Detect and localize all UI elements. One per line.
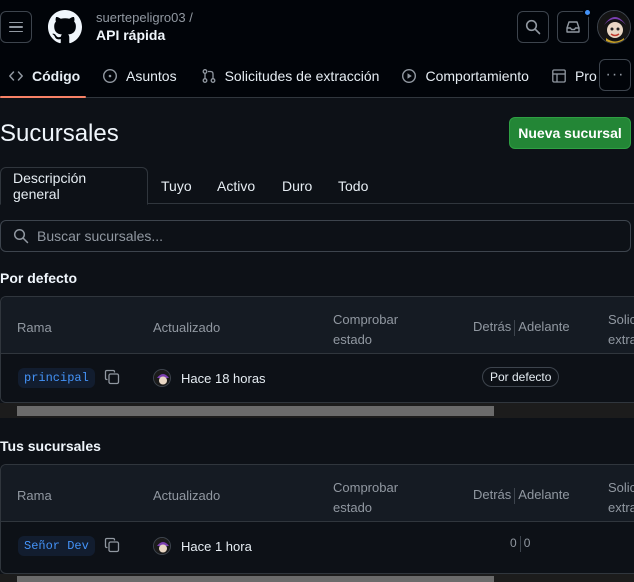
search-button[interactable] bbox=[517, 11, 549, 43]
ahead-count: 0 bbox=[523, 536, 531, 551]
branch-search[interactable] bbox=[0, 220, 631, 252]
notification-dot bbox=[583, 8, 592, 17]
avatar-image-icon bbox=[598, 11, 630, 43]
notifications-button[interactable] bbox=[557, 8, 592, 43]
default-branch-table: Rama Actualizado Comprobar estado Detrás… bbox=[0, 296, 634, 403]
author-avatar[interactable] bbox=[153, 537, 171, 555]
table-icon bbox=[552, 69, 566, 83]
play-icon bbox=[402, 68, 417, 84]
col-pull-request: Solic extra bbox=[608, 480, 634, 515]
copy-button[interactable] bbox=[104, 369, 120, 388]
behind-count: 0 bbox=[510, 536, 517, 551]
search-icon bbox=[13, 228, 29, 244]
avatar-image-icon bbox=[154, 370, 170, 386]
pull-request-icon bbox=[202, 69, 216, 83]
user-avatar[interactable] bbox=[597, 10, 631, 44]
tab-code[interactable]: Código bbox=[0, 54, 86, 98]
author-avatar[interactable] bbox=[153, 369, 171, 387]
subtab-all[interactable]: Todo bbox=[326, 167, 380, 204]
breadcrumb-repo[interactable]: API rápida bbox=[96, 27, 165, 43]
default-badge: Por defecto bbox=[482, 367, 560, 387]
col-branch: Rama bbox=[17, 320, 52, 335]
table-row: Señor Dev Hace 1 hora 00 bbox=[1, 522, 634, 570]
subtab-stale[interactable]: Duro bbox=[270, 167, 324, 204]
subtab-yours[interactable]: Tuyo bbox=[149, 167, 204, 204]
table-header: Rama Actualizado Comprobar estado Detrás… bbox=[1, 465, 634, 522]
section-title-default: Por defecto bbox=[0, 270, 78, 286]
col-branch: Rama bbox=[17, 488, 52, 503]
scrollbar-thumb[interactable] bbox=[17, 576, 494, 582]
horizontal-scrollbar[interactable] bbox=[0, 403, 634, 418]
inbox-icon bbox=[566, 21, 580, 33]
github-logo-icon[interactable] bbox=[48, 10, 82, 44]
code-icon bbox=[9, 71, 23, 81]
col-behind-ahead: Detrás Adelante bbox=[473, 319, 570, 336]
search-icon bbox=[525, 19, 541, 35]
subtab-overview[interactable]: Descripción general bbox=[0, 167, 148, 205]
branch-filter-tabs: Descripción general Tuyo Activo Duro Tod… bbox=[0, 167, 634, 205]
behind-ahead-count: 00 bbox=[510, 536, 530, 552]
menu-button[interactable] bbox=[0, 11, 32, 43]
your-branches-table: Rama Actualizado Comprobar estado Detrás… bbox=[0, 464, 634, 574]
branch-name-link[interactable]: principal bbox=[18, 368, 95, 388]
col-updated: Actualizado bbox=[153, 488, 221, 503]
tab-projects-label: Pro bbox=[574, 68, 597, 84]
copy-icon bbox=[104, 537, 120, 553]
kebab-horizontal-icon: ··· bbox=[605, 66, 625, 83]
search-input[interactable] bbox=[37, 228, 597, 244]
section-title-yours: Tus sucursales bbox=[0, 438, 101, 454]
copy-button[interactable] bbox=[104, 537, 120, 556]
col-check-status: Comprobar estado bbox=[333, 312, 399, 347]
breadcrumb-owner[interactable]: suertepeligro03 / bbox=[96, 10, 193, 25]
col-behind-ahead: Detrás Adelante bbox=[473, 487, 570, 504]
issue-icon bbox=[102, 68, 118, 84]
branch-name-link[interactable]: Señor Dev bbox=[18, 536, 95, 556]
app-header: suertepeligro03 / API rápida Código Asun… bbox=[0, 0, 634, 98]
horizontal-scrollbar[interactable] bbox=[0, 574, 634, 582]
tab-actions-label: Comportamiento bbox=[425, 68, 529, 84]
subtab-active[interactable]: Activo bbox=[205, 167, 267, 204]
menu-icon bbox=[9, 21, 23, 24]
table-header: Rama Actualizado Comprobar estado Detrás… bbox=[1, 297, 634, 354]
tab-issues-label: Asuntos bbox=[126, 68, 177, 84]
repo-nav: Código Asuntos Solicitudes de extracción bbox=[0, 54, 634, 98]
divider bbox=[519, 536, 521, 552]
page-title: Sucursales bbox=[0, 120, 119, 147]
tab-issues[interactable]: Asuntos bbox=[94, 54, 189, 98]
updated-time: Hace 1 hora bbox=[181, 539, 252, 554]
updated-time: Hace 18 horas bbox=[181, 371, 266, 386]
divider bbox=[514, 319, 516, 336]
avatar-image-icon bbox=[154, 538, 170, 554]
tab-pull-requests[interactable]: Solicitudes de extracción bbox=[193, 54, 392, 98]
table-row: principal Hace 18 horas Por defecto bbox=[1, 354, 634, 402]
tab-actions[interactable]: Comportamiento bbox=[393, 54, 541, 98]
new-branch-button[interactable]: Nueva sucursal bbox=[509, 117, 631, 149]
scrollbar-thumb[interactable] bbox=[17, 406, 494, 416]
col-check-status: Comprobar estado bbox=[333, 480, 399, 515]
col-pull-request: Solic extra bbox=[608, 312, 634, 347]
more-tabs-button[interactable]: ··· bbox=[599, 59, 631, 91]
divider bbox=[514, 487, 516, 504]
copy-icon bbox=[104, 369, 120, 385]
col-updated: Actualizado bbox=[153, 320, 221, 335]
tab-pull-requests-label: Solicitudes de extracción bbox=[224, 68, 380, 84]
top-bar: suertepeligro03 / API rápida bbox=[0, 0, 634, 54]
tab-code-label: Código bbox=[32, 68, 81, 84]
